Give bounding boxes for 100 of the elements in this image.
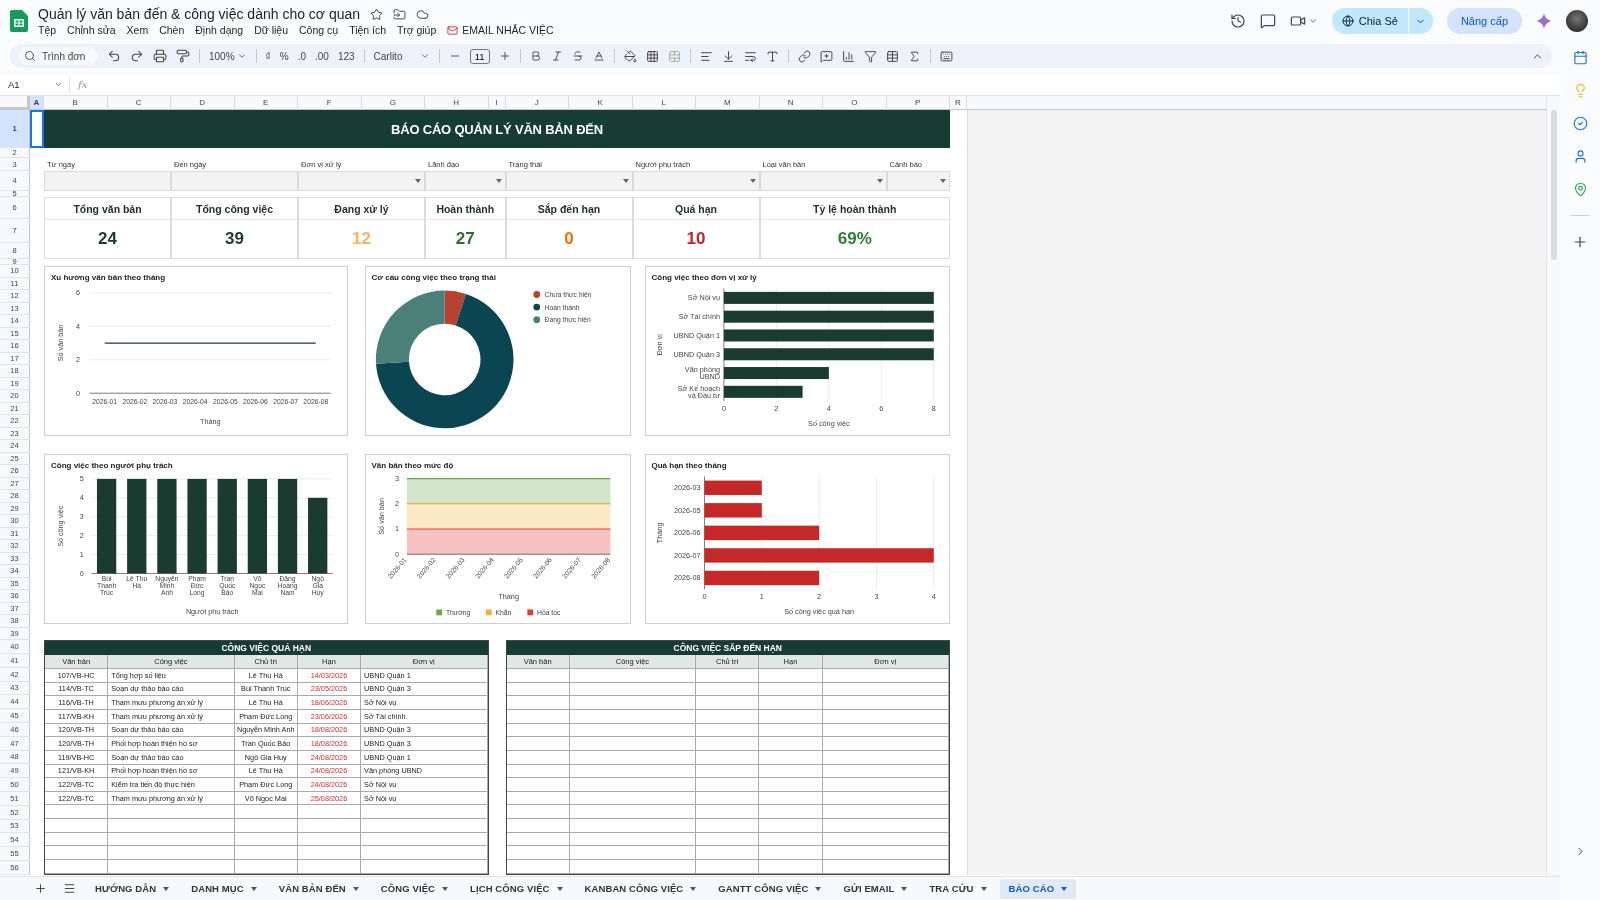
star-icon[interactable] <box>370 7 384 21</box>
table-cell <box>759 778 823 792</box>
column-header[interactable]: P <box>886 96 950 110</box>
sheet-tab[interactable]: VĂN BẢN ĐẾN <box>269 878 368 899</box>
sheet-tab[interactable]: HƯỚNG DẪN <box>86 878 179 899</box>
column-header[interactable]: E <box>234 96 298 110</box>
wrap-text-icon[interactable] <box>743 49 757 63</box>
column-header[interactable]: F <box>298 96 362 110</box>
link-icon[interactable] <box>797 49 811 63</box>
sheet-tab[interactable]: BÁO CÁO <box>999 878 1077 899</box>
chart-icon[interactable] <box>841 49 855 63</box>
fill-color-icon[interactable] <box>623 49 637 63</box>
column-header[interactable]: B <box>44 96 108 110</box>
column-header[interactable]: O <box>823 96 887 110</box>
menu-item[interactable]: Định dạng <box>195 24 244 36</box>
menu-item[interactable]: Xem <box>126 24 149 36</box>
sheet-tab[interactable]: TRA CỨU <box>920 878 996 899</box>
mail-icon <box>447 24 459 36</box>
menu-item[interactable]: Chỉnh sửa <box>67 24 116 36</box>
sheet-tab[interactable]: LỊCH CÔNG VIỆC <box>461 878 572 899</box>
sparkle-icon[interactable] <box>1536 13 1552 29</box>
folder-icon[interactable] <box>393 7 407 21</box>
menu-item[interactable]: Trợ giúp <box>397 24 437 36</box>
add-icon[interactable] <box>1572 234 1588 250</box>
share-button[interactable]: Chia Sẻ <box>1331 8 1408 34</box>
sheet-tab[interactable]: GANTT CÔNG VIỆC <box>709 878 831 899</box>
history-icon[interactable] <box>1229 13 1246 29</box>
comment-icon[interactable] <box>1259 13 1276 29</box>
sheet-tab[interactable]: GỬI EMAIL <box>834 878 917 899</box>
column-header[interactable]: R <box>950 96 967 110</box>
column-header[interactable]: M <box>696 96 760 110</box>
strikethrough-icon[interactable] <box>571 50 584 62</box>
undo-icon[interactable] <box>107 49 121 63</box>
column-header[interactable]: H <box>425 96 489 110</box>
sheet-tab[interactable]: DANH MỤC <box>182 878 266 899</box>
chart-title: Công việc theo người phụ trách <box>51 460 174 470</box>
caret-icon[interactable] <box>1307 16 1318 26</box>
column-header[interactable]: J <box>505 96 569 110</box>
sheet-tab[interactable]: CÔNG VIỆC <box>371 878 458 899</box>
column-header[interactable]: D <box>171 96 235 110</box>
map-pin-icon[interactable] <box>1572 182 1588 197</box>
vertical-align-icon[interactable] <box>721 49 735 63</box>
calendar-icon[interactable] <box>1572 50 1588 65</box>
font-select[interactable]: Carlito <box>373 50 430 62</box>
contacts-icon[interactable] <box>1572 149 1588 164</box>
menu-item[interactable]: Tệp <box>38 24 57 36</box>
name-box[interactable]: A1 <box>0 77 70 92</box>
table-icon[interactable] <box>885 49 899 63</box>
column-header[interactable]: C <box>107 96 171 110</box>
menu-search-field[interactable]: Trình đơn <box>40 49 92 63</box>
column-header[interactable]: K <box>569 96 633 110</box>
table-cell <box>506 737 570 751</box>
number-format-button[interactable]: 123 <box>337 50 355 62</box>
column-header[interactable]: A <box>30 96 44 110</box>
sheet-tab[interactable]: KANBAN CÔNG VIỆC <box>575 878 706 899</box>
avatar[interactable] <box>1566 10 1588 32</box>
input-tools-icon[interactable] <box>939 49 953 63</box>
scrollbar-thumb[interactable] <box>1550 110 1557 260</box>
menu-item[interactable]: Tiện ích <box>349 24 387 36</box>
currency-button[interactable]: ₫ <box>265 50 271 62</box>
menu-item[interactable]: Chèn <box>159 24 185 36</box>
paint-roller-icon[interactable] <box>176 49 190 63</box>
document-title[interactable]: Quản lý văn bản đến & công việc dành cho cơ quan <box>38 6 361 22</box>
column-header[interactable]: N <box>759 96 823 110</box>
align-icon[interactable] <box>699 49 713 63</box>
caret-icon <box>901 886 908 891</box>
font-size-field[interactable]: 11 <box>469 48 490 64</box>
cloud-icon[interactable] <box>416 7 430 21</box>
video-camera-icon[interactable] <box>1289 13 1306 29</box>
tasks-icon[interactable] <box>1572 116 1588 131</box>
upgrade-button[interactable]: Nâng cấp <box>1446 8 1522 34</box>
filter-field[interactable] <box>171 171 298 191</box>
meet-button[interactable] <box>1289 13 1318 29</box>
table-cell <box>45 860 109 874</box>
column-header[interactable]: G <box>361 96 425 110</box>
text-color-icon[interactable] <box>592 50 605 62</box>
zoom-select[interactable]: 100% <box>209 50 247 62</box>
merge-cells-icon[interactable] <box>667 49 681 63</box>
search-box[interactable]: Trình đơn <box>18 47 98 65</box>
plus-icon[interactable] <box>498 50 511 62</box>
sheets-logo-icon[interactable] <box>10 10 28 32</box>
percent-button[interactable]: % <box>279 50 289 62</box>
text-rotation-icon[interactable] <box>765 49 779 63</box>
filter-field[interactable] <box>44 171 171 191</box>
menu-item[interactable]: Dữ liệu <box>254 24 289 36</box>
column-header[interactable]: L <box>632 96 696 110</box>
print-icon[interactable] <box>153 49 167 63</box>
bold-icon[interactable] <box>529 50 542 62</box>
add-comment-icon[interactable] <box>819 49 833 63</box>
filter-icon[interactable] <box>863 49 877 63</box>
table-cell <box>297 819 362 833</box>
borders-icon[interactable] <box>645 49 659 63</box>
redo-icon[interactable] <box>130 49 144 63</box>
italic-icon[interactable] <box>550 50 563 62</box>
kpi-label: Tổng văn bản <box>45 198 170 220</box>
table-cell <box>696 791 760 806</box>
kpi-label: Đang xử lý <box>299 198 424 220</box>
increase-decimals-button[interactable]: .00 <box>314 50 329 62</box>
decrease-decimals-button[interactable]: .0 <box>297 50 306 62</box>
menu-item[interactable]: Công cụ <box>299 24 339 36</box>
